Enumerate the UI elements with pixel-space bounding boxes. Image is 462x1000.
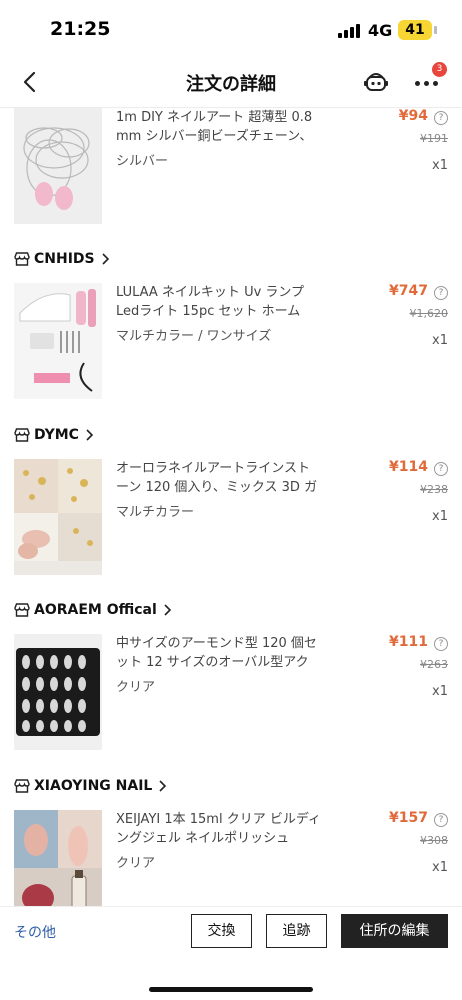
chevron-right-icon [164, 604, 171, 616]
exchange-button[interactable]: 交換 [191, 914, 252, 948]
quantity: x1 [432, 860, 448, 875]
chevron-right-icon [159, 780, 167, 792]
price-help-icon[interactable]: ? [434, 813, 448, 827]
signal-icon [338, 24, 362, 38]
store-icon [14, 428, 30, 442]
product-price: ¥114 [389, 459, 428, 475]
product-title[interactable]: 中サイズのアーモンド型 120 個セット 12 サイズのオーバル型アク [116, 634, 321, 672]
store-link[interactable]: AORAEM Offical [14, 599, 171, 621]
store-link[interactable]: CNHIDS [14, 248, 109, 270]
price-help-icon[interactable]: ? [434, 462, 448, 476]
original-price: ¥238 [420, 483, 448, 496]
product-image[interactable] [14, 634, 102, 750]
home-indicator[interactable] [149, 987, 313, 992]
edit-address-button[interactable]: 住所の編集 [341, 914, 448, 948]
product-price: ¥157 [389, 810, 428, 826]
order-item[interactable]: オーロラネイルアートラインストーン 120 個入り、ミックス 3D ガ マルチカ… [0, 459, 462, 575]
order-item-list[interactable]: 1m DIY ネイルアート 超薄型 0.8 mm シルバー銅ビーズチェーン、 シ… [0, 108, 462, 906]
product-variant: マルチカラー [116, 505, 195, 520]
product-image[interactable] [14, 283, 102, 399]
other-options-link[interactable]: その他 [14, 922, 56, 942]
order-item[interactable]: XEIJAYI 1本 15ml クリア ビルディングジェル ネイルポリッシュ ク… [0, 810, 462, 906]
store-link[interactable]: XIAOYING NAIL [14, 775, 167, 797]
product-variant: クリア [116, 680, 156, 695]
store-name[interactable]: DYMC [34, 427, 79, 443]
product-variant: マルチカラー / ワンサイズ [116, 329, 272, 344]
product-image[interactable] [14, 810, 102, 906]
store-name[interactable]: XIAOYING NAIL [34, 778, 152, 794]
quantity: x1 [432, 509, 448, 524]
order-item[interactable]: 中サイズのアーモンド型 120 個セット 12 サイズのオーバル型アク クリア … [0, 634, 462, 750]
product-price: ¥94 [398, 108, 428, 124]
product-title[interactable]: 1m DIY ネイルアート 超薄型 0.8 mm シルバー銅ビーズチェーン、 [116, 108, 321, 146]
quantity: x1 [432, 158, 448, 173]
battery-level: 41 [405, 22, 425, 38]
status-bar: 21:25 4G 41 [0, 0, 462, 56]
notification-badge: 3 [432, 62, 447, 77]
chevron-right-icon [102, 253, 109, 265]
page-title: 注文の詳細 [186, 74, 276, 95]
quantity: x1 [432, 333, 448, 348]
store-icon [14, 252, 30, 266]
product-variant: シルバー [116, 154, 169, 169]
order-item[interactable]: LULAA ネイルキット Uv ランプ Ledライト 15pc セット ホーム … [0, 283, 462, 399]
store-icon [14, 779, 30, 793]
product-image[interactable] [14, 459, 102, 575]
customer-support-icon[interactable] [362, 68, 390, 96]
product-title[interactable]: LULAA ネイルキット Uv ランプ Ledライト 15pc セット ホーム [116, 283, 321, 321]
product-variant: クリア [116, 856, 156, 871]
original-price: ¥263 [420, 658, 448, 671]
quantity: x1 [432, 684, 448, 699]
store-name[interactable]: AORAEM Offical [34, 602, 157, 618]
chevron-right-icon [86, 429, 93, 441]
status-time: 21:25 [50, 18, 111, 40]
order-item[interactable]: 1m DIY ネイルアート 超薄型 0.8 mm シルバー銅ビーズチェーン、 シ… [0, 108, 462, 224]
price-help-icon[interactable]: ? [434, 637, 448, 651]
original-price: ¥308 [420, 834, 448, 847]
track-button[interactable]: 追跡 [266, 914, 327, 948]
store-name[interactable]: CNHIDS [34, 251, 95, 267]
battery-cap [434, 26, 437, 34]
price-help-icon[interactable]: ? [434, 286, 448, 300]
product-title[interactable]: オーロラネイルアートラインストーン 120 個入り、ミックス 3D ガ [116, 459, 321, 497]
network-label: 4G [368, 21, 393, 40]
product-price: ¥747 [389, 283, 428, 299]
nav-bar: 注文の詳細 [0, 56, 462, 108]
price-help-icon[interactable]: ? [434, 111, 448, 125]
battery-icon: 41 [398, 20, 432, 40]
bottom-action-bar: その他 交換 追跡 住所の編集 [0, 906, 462, 1000]
product-price: ¥111 [389, 634, 428, 650]
store-link[interactable]: DYMC [14, 424, 93, 446]
original-price: ¥191 [420, 132, 448, 145]
product-title[interactable]: XEIJAYI 1本 15ml クリア ビルディングジェル ネイルポリッシュ [116, 810, 321, 848]
original-price: ¥1,620 [409, 307, 449, 320]
product-image[interactable] [14, 108, 102, 224]
store-icon [14, 603, 30, 617]
